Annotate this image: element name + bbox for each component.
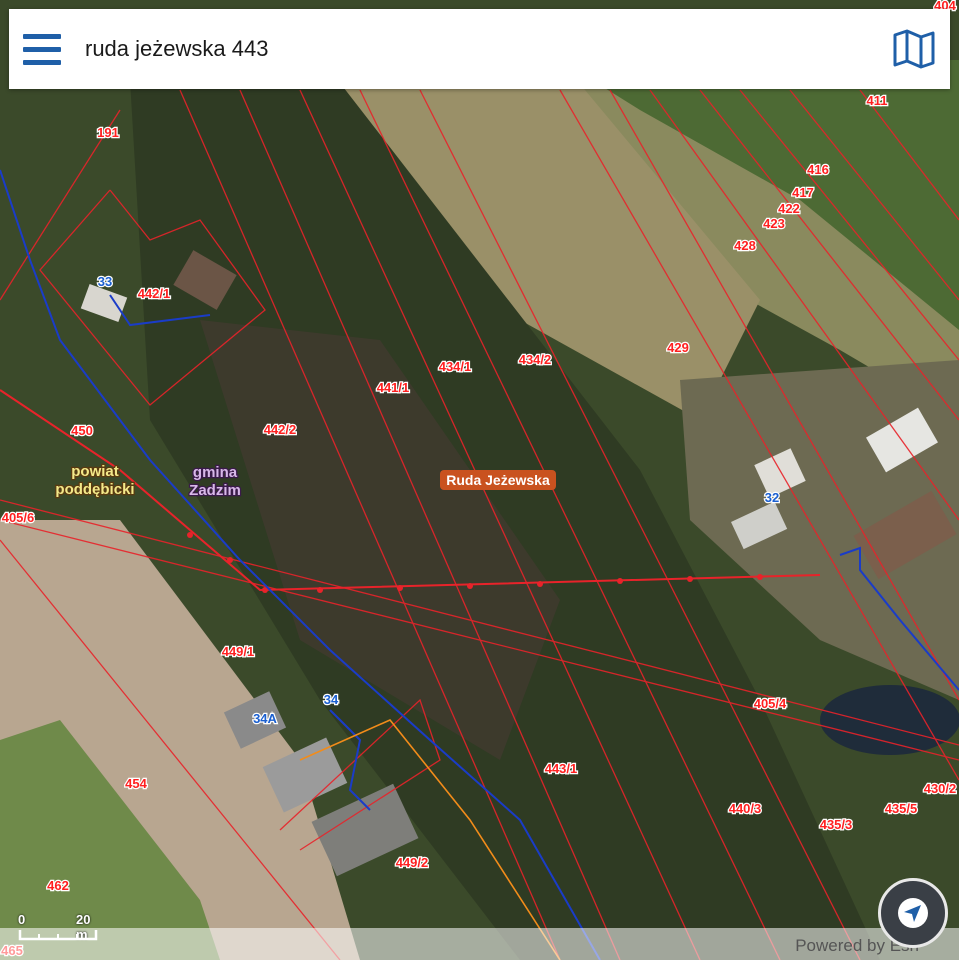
parcel-label: 435/3 bbox=[820, 817, 853, 832]
commune-label-line1: gmina bbox=[193, 464, 238, 481]
parcel-label: 428 bbox=[734, 238, 756, 253]
search-bar[interactable]: ruda jeżewska 443 bbox=[9, 9, 950, 89]
address-label: 34A bbox=[253, 711, 277, 726]
parcel-label: 449/2 bbox=[396, 855, 429, 870]
place-label: Ruda Jeżewska bbox=[446, 472, 550, 488]
menu-line bbox=[23, 46, 61, 52]
attribution-bar: Powered by Esri bbox=[0, 928, 959, 960]
county-label-line2: poddębicki bbox=[55, 481, 134, 498]
parcel-label: 405/6 bbox=[2, 510, 35, 525]
parcel-label: 422 bbox=[778, 201, 800, 216]
parcel-label: 450 bbox=[71, 423, 93, 438]
county-label-line1: powiat bbox=[71, 463, 119, 480]
parcel-label: 434/1 bbox=[439, 359, 472, 374]
address-label: 32 bbox=[765, 490, 779, 505]
menu-icon[interactable] bbox=[23, 21, 79, 77]
parcel-label: 442/1 bbox=[138, 286, 171, 301]
navigation-arrow-icon bbox=[898, 898, 928, 928]
search-input[interactable]: ruda jeżewska 443 bbox=[85, 36, 888, 62]
parcel-label: 441/1 bbox=[377, 380, 410, 395]
address-label: 34 bbox=[324, 692, 339, 707]
commune-label-line2: Zadzim bbox=[189, 482, 241, 499]
parcel-label: 430/2 bbox=[924, 781, 957, 796]
parcel-label: 462 bbox=[47, 878, 69, 893]
parcel-label: 416 bbox=[807, 162, 829, 177]
parcel-label: 434/2 bbox=[519, 352, 552, 367]
parcel-label: 411 bbox=[867, 93, 888, 108]
map-canvas[interactable]: 191 411 416 417 422 423 428 429 442/1 43… bbox=[0, 0, 959, 960]
menu-line bbox=[23, 33, 61, 39]
parcel-label: 429 bbox=[667, 340, 689, 355]
parcel-label: 442/2 bbox=[264, 422, 297, 437]
parcel-label: 449/1 bbox=[222, 644, 255, 659]
parcel-label: 191 bbox=[97, 125, 119, 140]
parcel-label: 443/1 bbox=[545, 761, 578, 776]
menu-line bbox=[23, 59, 61, 65]
parcel-label: 435/5 bbox=[885, 801, 918, 816]
map-icon[interactable] bbox=[888, 23, 940, 75]
scale-zero: 0 bbox=[18, 912, 26, 927]
parcel-label: 417 bbox=[792, 185, 814, 200]
parcel-label: 405/4 bbox=[754, 696, 787, 711]
scale-bar: 0 20 m bbox=[18, 912, 98, 942]
parcel-label: 423 bbox=[763, 216, 785, 231]
address-label: 33 bbox=[98, 274, 112, 289]
parcel-label: 454 bbox=[125, 776, 147, 791]
parcel-label: 440/3 bbox=[729, 801, 762, 816]
locate-me-button[interactable] bbox=[878, 878, 948, 948]
scale-ruler-icon bbox=[18, 930, 98, 941]
